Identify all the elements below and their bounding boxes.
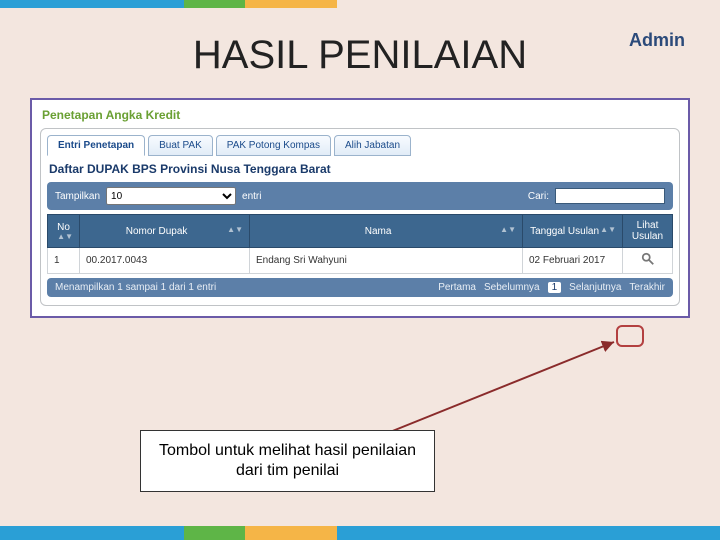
col-nomor-dupak[interactable]: Nomor Dupak▲▼	[80, 215, 250, 248]
search-label: Cari:	[528, 191, 549, 202]
section-heading: Penetapan Angka Kredit	[42, 108, 680, 122]
page-first[interactable]: Pertama	[438, 282, 476, 293]
sort-icon: ▲▼	[600, 226, 616, 234]
callout-text-1: Tombol untuk melihat hasil penilaian	[159, 441, 416, 461]
cell-nama: Endang Sri Wahyuni	[250, 248, 523, 274]
col-tanggal-usulan[interactable]: Tanggal Usulan▲▼	[523, 215, 623, 248]
cell-no: 1	[48, 248, 80, 274]
page-size-select[interactable]: 10	[106, 187, 236, 205]
sort-icon: ▲▼	[227, 226, 243, 234]
page-title: HASIL PENILAIAN	[0, 33, 720, 78]
table-row: 1 00.2017.0043 Endang Sri Wahyuni 02 Feb…	[48, 248, 673, 274]
tab-alih-jabatan[interactable]: Alih Jabatan	[334, 135, 411, 156]
cell-tanggal-usulan: 02 Februari 2017	[523, 248, 623, 274]
view-icon[interactable]	[641, 252, 655, 266]
control-bar: Tampilkan 10 entri Cari:	[47, 182, 673, 210]
page-last[interactable]: Terakhir	[629, 282, 665, 293]
cell-nomor-dupak: 00.2017.0043	[80, 248, 250, 274]
annotation-callout: Tombol untuk melihat hasil penilaian dar…	[140, 430, 435, 492]
page-1[interactable]: 1	[548, 282, 562, 293]
tab-buat-pak[interactable]: Buat PAK	[148, 135, 213, 156]
tab-pak-potong-kompas[interactable]: PAK Potong Kompas	[216, 135, 331, 156]
entries-info: Menampilkan 1 sampai 1 dari 1 entri	[55, 282, 216, 293]
col-lihat-usulan: Lihat Usulan	[623, 215, 673, 248]
app-panel: Penetapan Angka Kredit Entri Penetapan B…	[30, 98, 690, 318]
role-label: Admin	[629, 30, 685, 51]
tab-entri-penetapan[interactable]: Entri Penetapan	[47, 135, 145, 156]
show-label: Tampilkan	[55, 191, 100, 202]
inner-panel: Entri Penetapan Buat PAK PAK Potong Komp…	[40, 128, 680, 306]
search-input[interactable]	[555, 188, 665, 204]
cell-lihat-usulan	[623, 248, 673, 274]
col-nama[interactable]: Nama▲▼	[250, 215, 523, 248]
entries-label: entri	[242, 191, 261, 202]
sort-icon: ▲▼	[57, 233, 73, 241]
tabs: Entri Penetapan Buat PAK PAK Potong Komp…	[47, 135, 673, 156]
sort-icon: ▲▼	[500, 226, 516, 234]
col-no[interactable]: No▲▼	[48, 215, 80, 248]
table-footer: Menampilkan 1 sampai 1 dari 1 entri Pert…	[47, 278, 673, 297]
annotation-highlight	[616, 325, 644, 347]
page-prev[interactable]: Sebelumnya	[484, 282, 540, 293]
data-table: No▲▼ Nomor Dupak▲▼ Nama▲▼ Tanggal Usulan…	[47, 214, 673, 274]
panel-title: Daftar DUPAK BPS Provinsi Nusa Tenggara …	[49, 162, 671, 176]
page-next[interactable]: Selanjutnya	[569, 282, 621, 293]
callout-text-2: dari tim penilai	[159, 461, 416, 481]
